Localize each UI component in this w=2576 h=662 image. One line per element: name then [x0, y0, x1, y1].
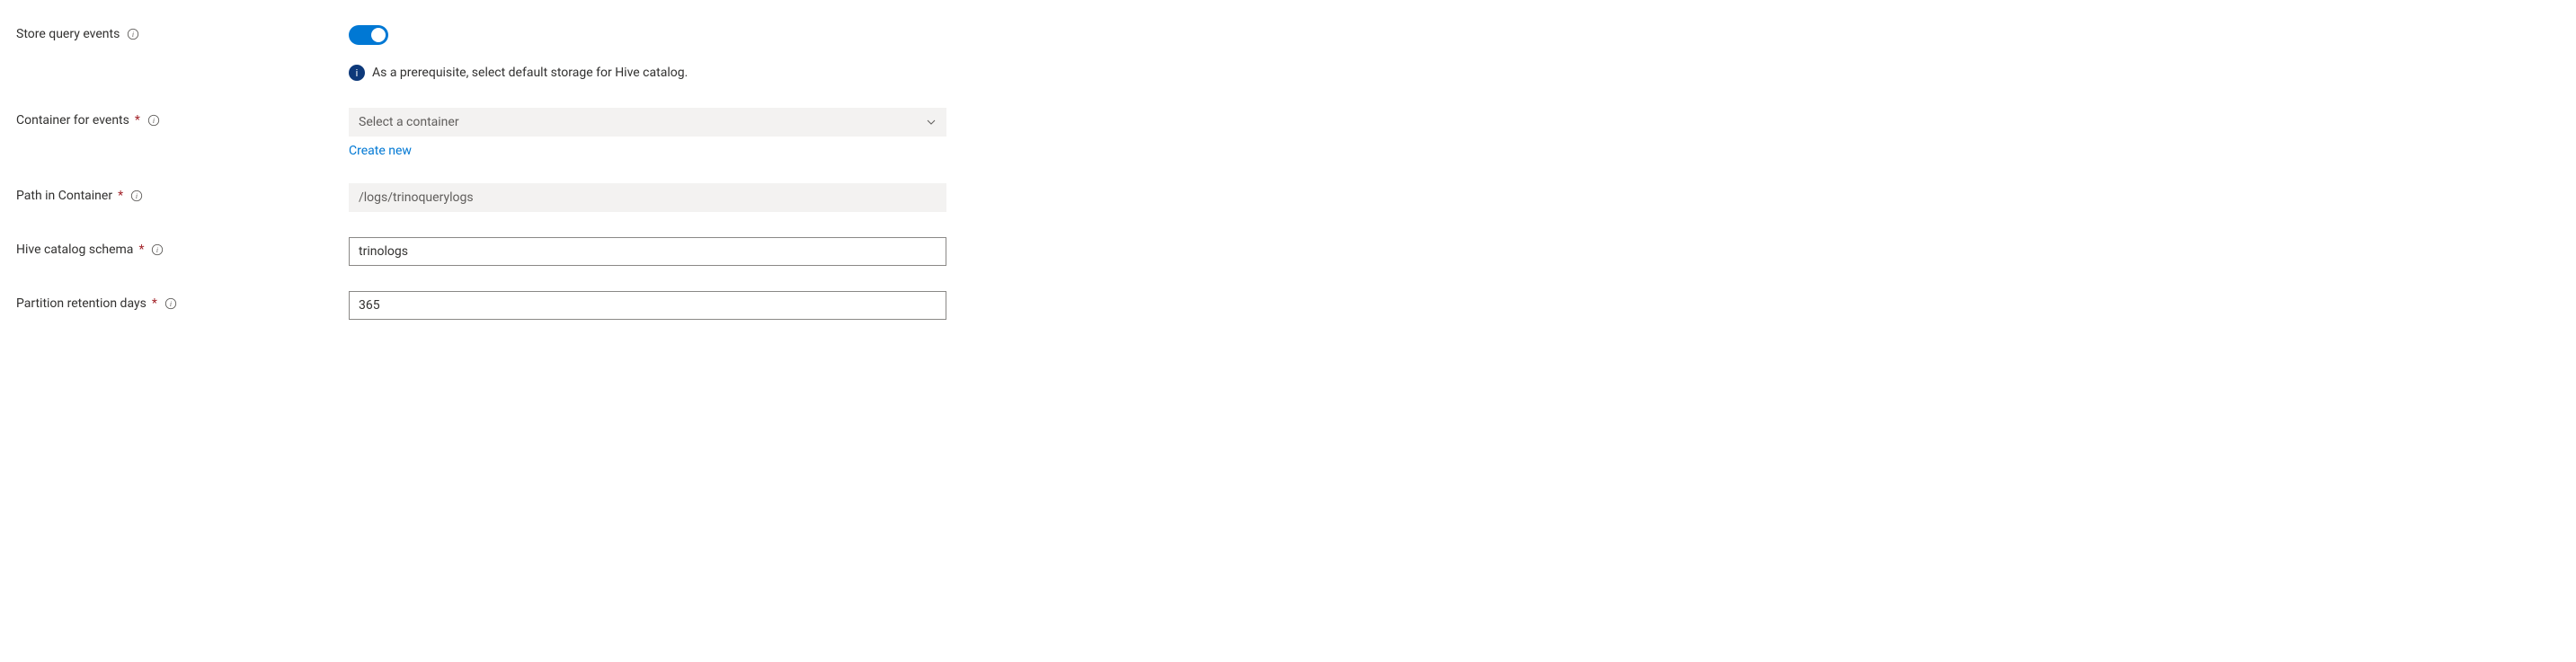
select-placeholder: Select a container [359, 115, 459, 129]
input-placeholder: /logs/trinoquerylogs [359, 190, 474, 205]
info-icon[interactable]: i [147, 114, 160, 127]
svg-text:i: i [136, 192, 138, 200]
label-text: Container for events [16, 113, 129, 128]
info-icon[interactable]: i [127, 28, 139, 40]
info-icon[interactable]: i [164, 297, 177, 310]
label-text: Hive catalog schema [16, 243, 133, 257]
partition-retention-days-label: Partition retention days * i [16, 291, 349, 311]
required-icon: * [118, 189, 123, 203]
path-in-container-label: Path in Container * i [16, 183, 349, 203]
required-icon: * [135, 113, 140, 128]
hive-catalog-schema-label: Hive catalog schema * i [16, 237, 349, 257]
chevron-down-icon [926, 117, 937, 128]
required-icon: * [152, 296, 157, 311]
label-text: Path in Container [16, 189, 112, 203]
info-icon[interactable]: i [130, 190, 143, 202]
container-select[interactable]: Select a container [349, 108, 946, 137]
path-in-container-input: /logs/trinoquerylogs [349, 183, 946, 212]
toggle-thumb [371, 28, 386, 42]
partition-retention-days-input[interactable] [349, 291, 946, 320]
note-text: As a prerequisite, select default storag… [372, 66, 688, 80]
hive-catalog-schema-input[interactable] [349, 237, 946, 266]
info-badge-icon: i [349, 65, 365, 81]
create-new-link[interactable]: Create new [349, 144, 946, 158]
svg-text:i: i [156, 246, 158, 254]
svg-text:i: i [132, 31, 134, 39]
required-icon: * [138, 243, 144, 257]
svg-text:i: i [170, 300, 172, 308]
container-for-events-label: Container for events * i [16, 108, 349, 128]
store-query-events-label: Store query events i [16, 22, 349, 41]
prerequisite-note: i As a prerequisite, select default stor… [349, 65, 946, 81]
store-query-events-toggle[interactable] [349, 25, 388, 45]
info-icon[interactable]: i [151, 243, 164, 256]
label-text: Partition retention days [16, 296, 147, 311]
label-text: Store query events [16, 27, 120, 41]
svg-text:i: i [153, 117, 155, 125]
